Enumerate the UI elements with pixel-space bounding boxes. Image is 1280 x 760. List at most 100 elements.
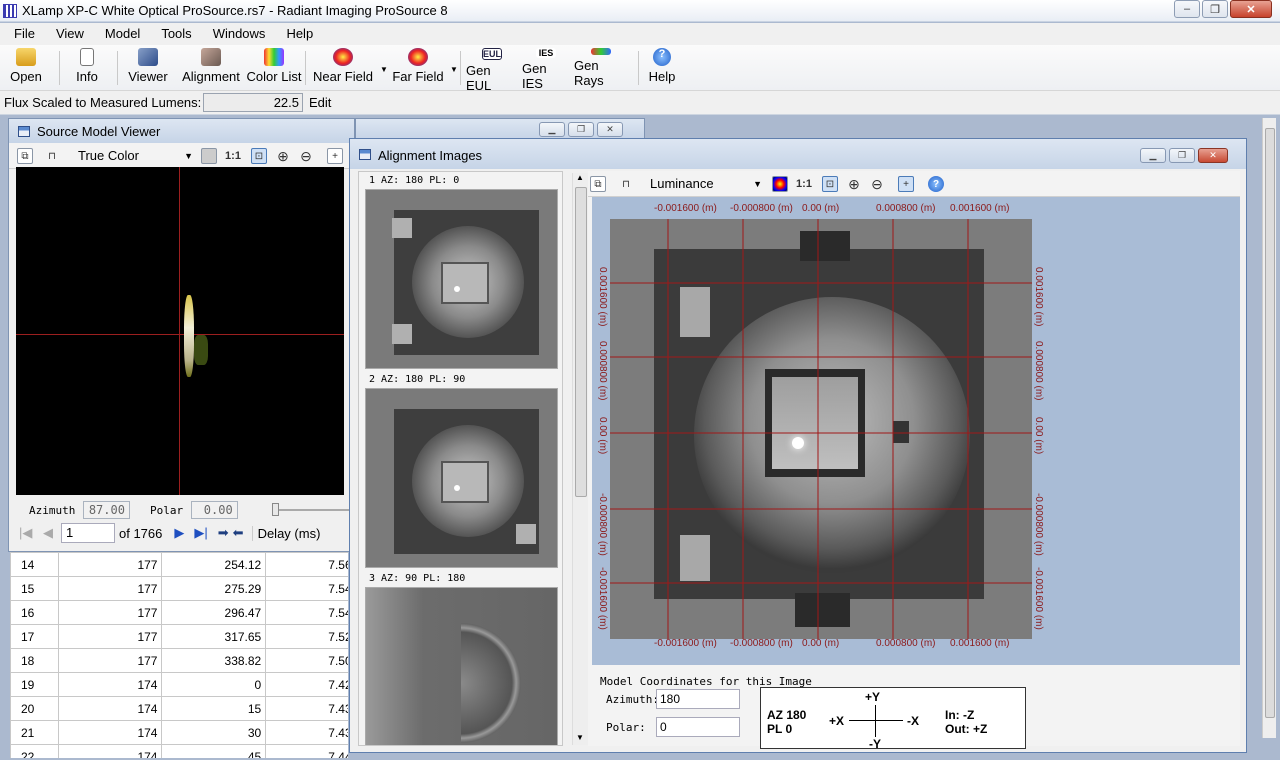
crosshair-icon[interactable]: + <box>898 176 914 192</box>
zoom-out-icon[interactable]: ⊖ <box>869 176 885 192</box>
viewer-button[interactable]: Viewer <box>127 48 169 88</box>
pl-readout: PL 0 <box>767 722 793 736</box>
right-tick-2: 0.000800 (m) <box>1033 341 1044 401</box>
table-row[interactable]: 20174157.4331 <box>10 696 348 721</box>
restore-button[interactable]: ❐ <box>1202 0 1228 18</box>
copy-icon[interactable]: ⧉ <box>17 148 33 164</box>
table-row[interactable]: 18177338.827.5002 <box>10 648 348 673</box>
table-cell: 45 <box>161 744 267 758</box>
help-button[interactable]: ? Help <box>646 48 678 88</box>
table-row[interactable]: 15177275.297.5464 <box>10 576 348 601</box>
model-coordinates-group: Model Coordinates for this Image Azimuth… <box>592 669 1042 751</box>
alignment-close-button[interactable]: ✕ <box>1198 148 1228 163</box>
alignment-title: Alignment Images <box>378 148 483 163</box>
background-minimize-button[interactable]: ▁ <box>539 122 565 137</box>
alignment-button[interactable]: Alignment <box>180 48 242 88</box>
eul-icon: EUL <box>482 48 502 60</box>
menu-model[interactable]: Model <box>105 23 140 45</box>
first-frame-icon[interactable]: |◀ <box>19 525 43 541</box>
right-tick-3: 0.00 (m) <box>1033 417 1044 455</box>
color-list-icon <box>264 48 284 66</box>
coords-azimuth-field[interactable]: 180 <box>656 689 740 709</box>
folder-icon <box>16 48 36 66</box>
source-model-viewer-window: Source Model Viewer ⧉ ⊓ True Color ▼ 1:1… <box>8 118 355 552</box>
window-icon <box>18 126 30 137</box>
alignment-restore-button[interactable]: ❐ <box>1169 148 1195 163</box>
alignment-minimize-button[interactable]: ▁ <box>1140 148 1166 163</box>
fit-view-icon[interactable]: ⊡ <box>822 176 838 192</box>
bottom-tick-3: 0.00 (m) <box>802 638 840 649</box>
table-cell: 7.5464 <box>265 576 348 601</box>
background-close-button[interactable]: ✕ <box>597 122 623 137</box>
pixel-select-icon[interactable]: ⊓ <box>618 176 634 192</box>
flux-edit-link[interactable]: Edit <box>309 95 331 110</box>
play-back-icon[interactable]: ⬅ <box>233 525 244 541</box>
main-scrollbar[interactable] <box>1262 118 1276 738</box>
table-cell: 14 <box>10 552 59 577</box>
color-mode-dropdown[interactable]: True Color ▼ <box>73 147 195 165</box>
zoom-in-icon[interactable]: ⊕ <box>275 148 291 164</box>
prev-frame-icon[interactable]: ◀ <box>43 525 61 541</box>
false-color-icon[interactable] <box>772 176 788 192</box>
menu-help[interactable]: Help <box>286 23 313 45</box>
table-row[interactable]: 21174307.4360 <box>10 720 348 745</box>
background-restore-button[interactable]: ❐ <box>568 122 594 137</box>
frame-field[interactable]: 1 <box>61 523 115 543</box>
next-frame-icon[interactable]: ▶ <box>174 525 184 541</box>
thumb-3-image[interactable] <box>365 587 558 745</box>
settings-icon[interactable] <box>201 148 217 164</box>
luminance-dropdown[interactable]: Luminance ▼ <box>646 175 764 193</box>
thumbnail-scrollbar[interactable]: ▲ ▼ <box>572 173 588 745</box>
one-to-one-button[interactable]: 1:1 <box>796 176 812 192</box>
pixel-select-icon[interactable]: ⊓ <box>44 148 60 164</box>
menu-view[interactable]: View <box>56 23 84 45</box>
open-button[interactable]: Open <box>8 48 44 88</box>
zoom-out-icon[interactable]: ⊖ <box>298 148 314 164</box>
bottom-tick-2: -0.000800 (m) <box>730 638 793 649</box>
table-row[interactable]: 16177296.477.5429 <box>10 600 348 625</box>
color-list-button[interactable]: Color List <box>246 48 302 88</box>
far-field-button[interactable]: Far Field <box>392 48 444 88</box>
thumb-2-image[interactable] <box>365 388 558 568</box>
menu-windows[interactable]: Windows <box>213 23 266 45</box>
table-row[interactable]: 17177317.657.5277 <box>10 624 348 649</box>
gen-rays-button[interactable]: Gen Rays <box>574 48 628 88</box>
crosshair-icon[interactable]: + <box>327 148 343 164</box>
far-field-dropdown-icon[interactable]: ▼ <box>450 65 458 74</box>
table-row[interactable]: 22174457.4421 <box>10 744 348 758</box>
far-field-icon <box>408 48 428 66</box>
scroll-up-icon[interactable]: ▲ <box>576 173 584 182</box>
play-forward-icon[interactable]: ➡ <box>218 525 229 541</box>
menu-file[interactable]: File <box>14 23 35 45</box>
scroll-down-icon[interactable]: ▼ <box>576 733 584 742</box>
frame-slider[interactable] <box>271 503 349 516</box>
source-viewer-title: Source Model Viewer <box>37 124 161 139</box>
near-field-dropdown-icon[interactable]: ▼ <box>380 65 388 74</box>
chevron-down-icon: ▼ <box>753 179 762 189</box>
table-cell: 174 <box>57 744 163 758</box>
zoom-in-icon[interactable]: ⊕ <box>846 176 862 192</box>
alignment-photo[interactable] <box>610 219 1032 639</box>
near-field-button[interactable]: Near Field <box>312 48 374 88</box>
thumbnail-scroll-thumb[interactable] <box>575 187 587 497</box>
help-icon[interactable]: ? <box>928 176 944 192</box>
copy-icon[interactable]: ⧉ <box>590 176 606 192</box>
gen-eul-button[interactable]: EUL Gen EUL <box>466 48 518 93</box>
fit-view-icon[interactable]: ⊡ <box>251 148 267 164</box>
polar-field[interactable]: 0.00 <box>191 501 238 519</box>
azimuth-field[interactable]: 87.00 <box>83 501 130 519</box>
source-model-image[interactable] <box>16 167 344 495</box>
info-button[interactable]: Info <box>72 48 102 88</box>
table-row[interactable]: 1917407.4232 <box>10 672 348 697</box>
coords-polar-field[interactable]: 0 <box>656 717 740 737</box>
menu-tools[interactable]: Tools <box>161 23 191 45</box>
table-row[interactable]: 14177254.127.5671 <box>10 552 348 577</box>
last-frame-icon[interactable]: ▶| <box>194 525 207 541</box>
gen-ies-button[interactable]: IES Gen IES <box>522 48 570 91</box>
minimize-button[interactable]: – <box>1174 0 1200 18</box>
thumb-1-image[interactable] <box>365 189 558 369</box>
table-cell: 177 <box>57 624 163 649</box>
one-to-one-button[interactable]: 1:1 <box>225 148 241 164</box>
main-scroll-thumb[interactable] <box>1265 128 1275 718</box>
close-button[interactable]: ✕ <box>1230 0 1272 18</box>
